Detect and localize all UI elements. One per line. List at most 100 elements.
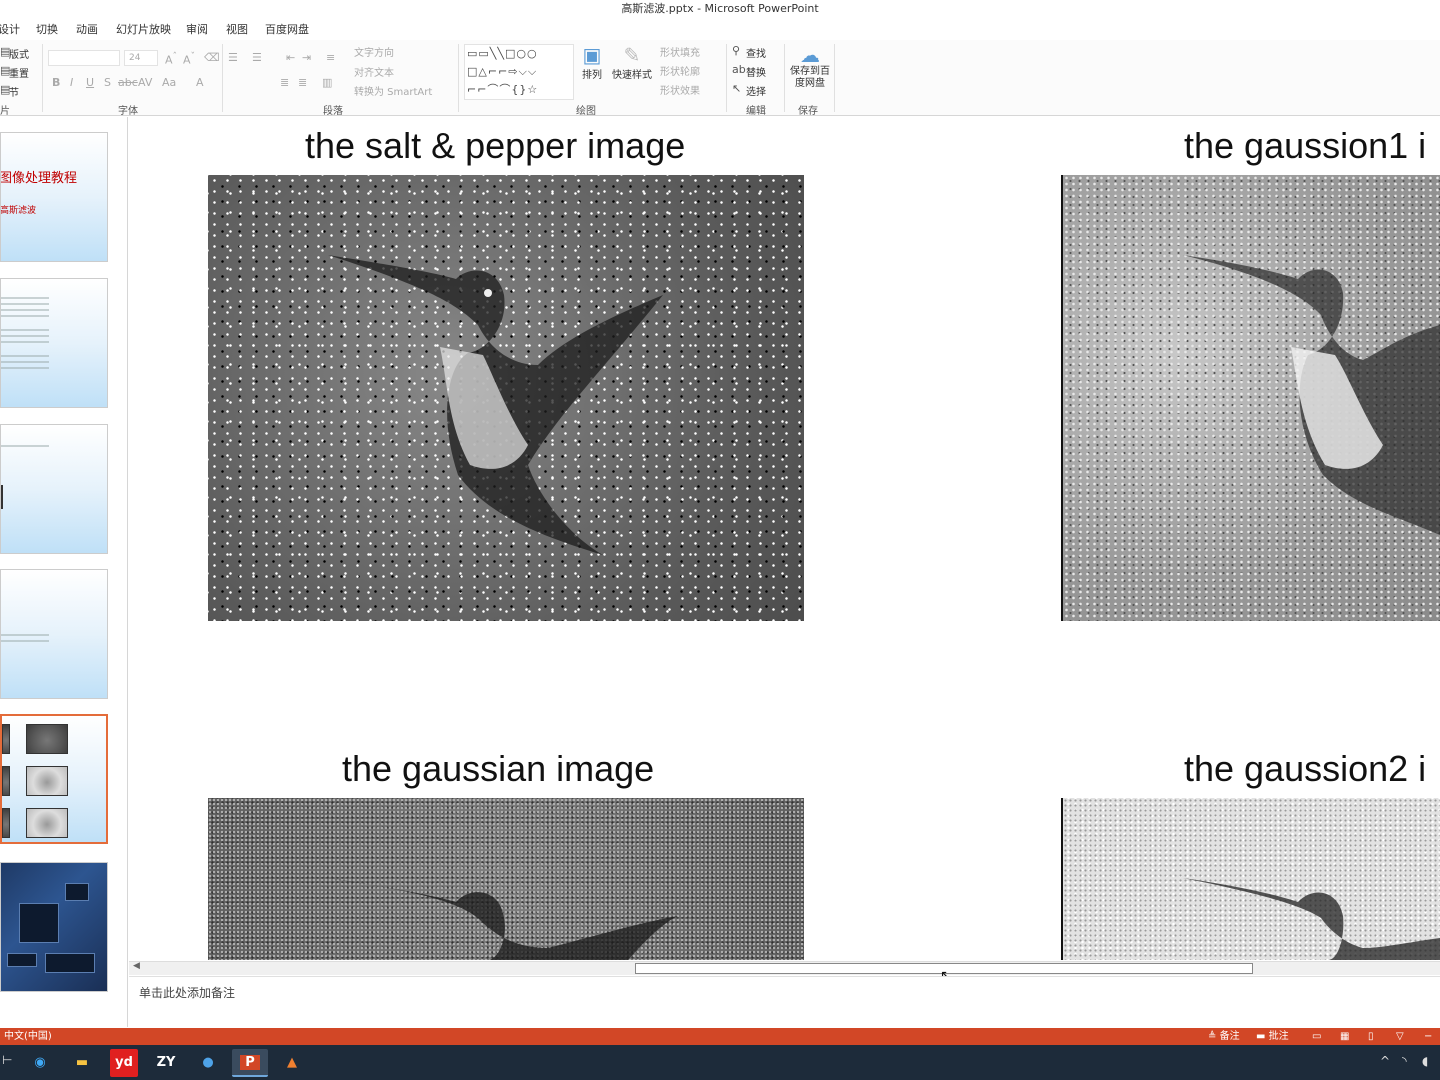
file-explorer-icon[interactable]: ▬ bbox=[64, 1049, 100, 1077]
text-direction-button[interactable]: 文字方向 bbox=[354, 44, 394, 59]
volume-icon[interactable]: ◖ bbox=[1422, 1054, 1428, 1068]
layout-button[interactable]: 版式 bbox=[9, 46, 29, 61]
image-title-gaussion2: the gaussion2 i bbox=[1184, 748, 1427, 789]
window-title: 高斯滤波.pptx - Microsoft PowerPoint bbox=[0, 0, 1440, 18]
edge-icon[interactable]: ◉ bbox=[22, 1049, 58, 1077]
slide-thumbnail-selected[interactable] bbox=[0, 714, 108, 844]
shape-effects-button[interactable]: 形状效果 bbox=[660, 82, 700, 97]
slideshow-view-icon[interactable]: ▽ bbox=[1396, 1028, 1404, 1045]
char-spacing-icon[interactable]: AV bbox=[138, 76, 152, 89]
find-button[interactable]: 查找 bbox=[746, 45, 766, 60]
normal-view-icon[interactable]: ▭ bbox=[1312, 1028, 1321, 1045]
decrease-indent-icon[interactable]: ⇤ bbox=[286, 51, 295, 64]
zoom-out-icon[interactable]: − bbox=[1424, 1028, 1432, 1045]
arrange-button[interactable]: ▣ 排列 bbox=[578, 44, 606, 81]
clear-format-icon[interactable]: ⌫ bbox=[204, 51, 220, 64]
line-spacing-icon[interactable]: ≡ bbox=[326, 51, 335, 64]
slide-thumbnail-pane: 图像处理教程 高斯滤波 bbox=[0, 117, 128, 1027]
slide-thumbnail[interactable] bbox=[0, 569, 108, 699]
notes-toggle[interactable]: ≜ 备注 bbox=[1208, 1028, 1240, 1045]
app-icon[interactable]: ● bbox=[190, 1049, 226, 1077]
gaussion2-image bbox=[1063, 798, 1440, 960]
zy-icon[interactable]: ZY bbox=[148, 1049, 184, 1077]
matlab-icon[interactable]: ▲ bbox=[274, 1049, 310, 1077]
replace-icon: ab bbox=[732, 63, 746, 76]
increase-indent-icon[interactable]: ⇥ bbox=[302, 51, 311, 64]
tab-animations[interactable]: 动画 bbox=[76, 21, 98, 37]
notes-icon: ≜ bbox=[1208, 1031, 1217, 1042]
tab-slideshow[interactable]: 幻灯片放映 bbox=[116, 21, 171, 37]
language-indicator[interactable]: 中文(中国) bbox=[4, 1028, 52, 1045]
select-button[interactable]: 选择 bbox=[746, 83, 766, 98]
paragraph-group-label: 段落 bbox=[323, 106, 343, 117]
status-bar: 中文(中国) ≜ 备注 ▬ 批注 ▭ ▦ ▯ ▽ − bbox=[0, 1028, 1440, 1045]
align-text-button[interactable]: 对齐文本 bbox=[354, 64, 394, 79]
powerpoint-icon[interactable]: P bbox=[232, 1049, 268, 1077]
notes-pane[interactable]: 单击此处添加备注 bbox=[129, 976, 1440, 1027]
drawing-group-label: 绘图 bbox=[576, 106, 596, 117]
slide-thumbnail[interactable] bbox=[0, 862, 108, 992]
search-icon[interactable]: ⊢ bbox=[2, 1053, 12, 1067]
strikethrough-icon[interactable]: abc bbox=[118, 76, 138, 89]
shrink-font-icon[interactable]: Aˇ bbox=[183, 51, 195, 67]
youdao-icon[interactable]: yd bbox=[110, 1049, 138, 1077]
find-icon: ⚲ bbox=[732, 44, 741, 57]
wifi-icon[interactable]: ◝ bbox=[1402, 1054, 1407, 1068]
editing-group-label: 编辑 bbox=[746, 106, 766, 117]
font-color-icon[interactable]: A bbox=[196, 76, 204, 89]
justify-icon[interactable]: ≣ bbox=[298, 76, 307, 89]
align-left-icon[interactable]: ≣ bbox=[280, 76, 289, 89]
smartart-button[interactable]: 转换为 SmartArt bbox=[354, 83, 432, 98]
save-group-label: 保存 bbox=[798, 106, 818, 117]
slide-thumbnail[interactable] bbox=[0, 424, 108, 554]
quick-styles-button[interactable]: ✎ 快速样式 bbox=[610, 44, 654, 81]
ribbon-tabs: 设计 切换 动画 幻灯片放映 审阅 视图 百度网盘 bbox=[0, 18, 1440, 40]
shape-outline-button[interactable]: 形状轮廓 bbox=[660, 63, 700, 78]
change-case-icon[interactable]: Aa bbox=[162, 76, 176, 89]
slide-sorter-icon[interactable]: ▦ bbox=[1340, 1028, 1349, 1045]
comment-icon: ▬ bbox=[1256, 1031, 1266, 1042]
image-title-gaussian: the gaussian image bbox=[342, 748, 655, 789]
comments-toggle[interactable]: ▬ 批注 bbox=[1256, 1028, 1289, 1045]
taskbar: ⊢ ◉ ▬ yd ZY ● P ▲ ^ ◝ ◖ bbox=[0, 1045, 1440, 1080]
reset-button[interactable]: 重置 bbox=[9, 65, 29, 80]
reading-view-icon[interactable]: ▯ bbox=[1368, 1028, 1374, 1045]
slide-canvas[interactable]: the salt & pepper image the gaussion1 i … bbox=[129, 117, 1440, 960]
image-title-salt-pepper: the salt & pepper image bbox=[305, 125, 686, 166]
grow-font-icon[interactable]: Aˆ bbox=[165, 51, 177, 67]
tab-review[interactable]: 审阅 bbox=[186, 21, 208, 37]
tab-baidu[interactable]: 百度网盘 bbox=[265, 21, 309, 37]
gaussion1-image bbox=[1063, 175, 1440, 621]
tab-view[interactable]: 视图 bbox=[226, 21, 248, 37]
scroll-left-icon[interactable]: ◀ bbox=[133, 961, 140, 971]
arrange-icon: ▣ bbox=[582, 43, 602, 67]
columns-icon[interactable]: ▥ bbox=[322, 76, 332, 89]
underline-icon[interactable]: U bbox=[86, 76, 94, 89]
thumbnail-subtitle: 高斯滤波 bbox=[0, 206, 37, 216]
slide-thumbnail[interactable]: 图像处理教程 高斯滤波 bbox=[0, 132, 108, 262]
font-group-label: 字体 bbox=[118, 106, 138, 117]
chevron-up-icon[interactable]: ^ bbox=[1380, 1054, 1390, 1068]
gaussian-image bbox=[208, 798, 804, 960]
shadow-icon[interactable]: S bbox=[104, 76, 111, 89]
bullets-icon[interactable]: ☰ bbox=[228, 51, 238, 64]
horizontal-scrollbar[interactable]: ◀ bbox=[129, 961, 1440, 975]
thumbnail-title: 图像处理教程 bbox=[0, 171, 78, 186]
save-to-baidu-button[interactable]: ☁ 保存到百度网盘 bbox=[788, 44, 832, 90]
baidu-cloud-icon: ☁ bbox=[800, 43, 820, 67]
italic-icon[interactable]: I bbox=[70, 76, 73, 89]
slides-group-label: 幻灯片 bbox=[0, 106, 10, 117]
font-name-input[interactable] bbox=[48, 50, 120, 66]
select-icon: ↖ bbox=[732, 82, 742, 95]
font-size-input[interactable]: 24 bbox=[124, 50, 158, 66]
slide-thumbnail[interactable] bbox=[0, 278, 108, 408]
tab-transitions[interactable]: 切换 bbox=[36, 21, 58, 37]
numbering-icon[interactable]: ☰ bbox=[252, 51, 262, 64]
notes-placeholder[interactable]: 单击此处添加备注 bbox=[139, 984, 235, 1001]
replace-button[interactable]: 替换 bbox=[746, 64, 766, 79]
tab-design[interactable]: 设计 bbox=[0, 21, 20, 37]
section-button[interactable]: 节 bbox=[9, 84, 19, 99]
bold-icon[interactable]: B bbox=[52, 76, 60, 89]
shapes-gallery[interactable]: ▭▭╲╲□○○ □△⌐⌐⇨⌵⌵ ⌐⌐⌒⌒{}☆ bbox=[464, 44, 574, 100]
shape-fill-button[interactable]: 形状填充 bbox=[660, 44, 700, 59]
